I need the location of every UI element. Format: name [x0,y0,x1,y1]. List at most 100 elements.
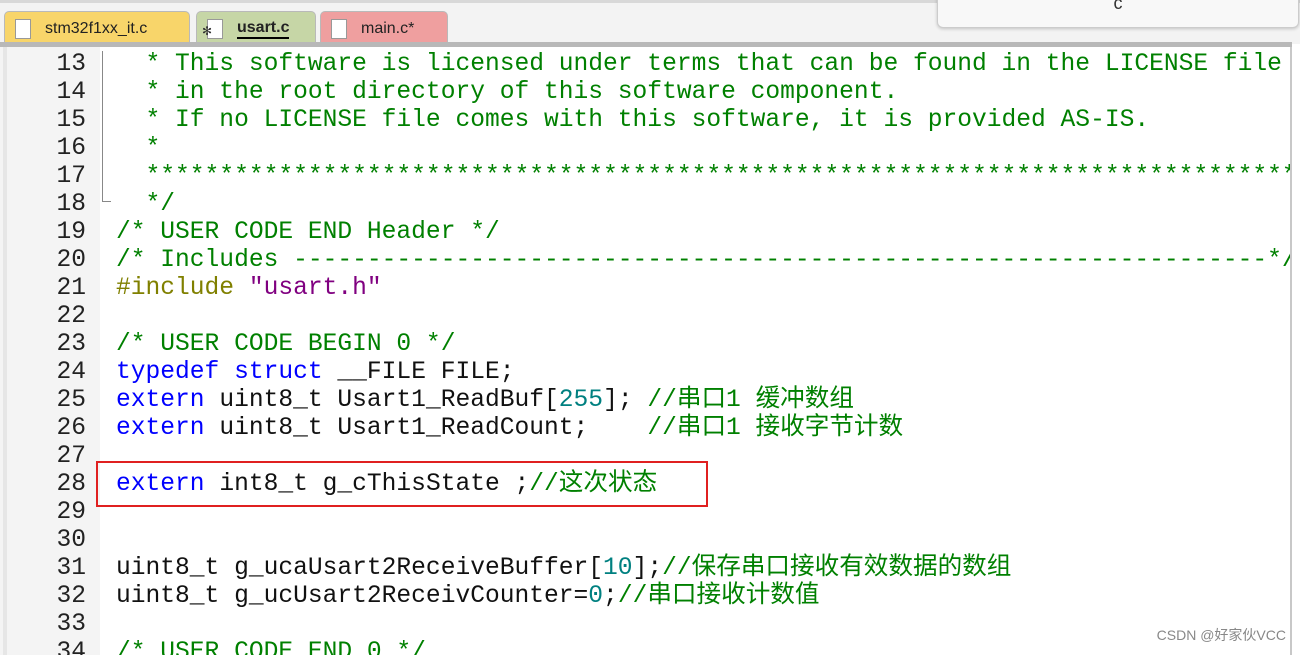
tab-label: usart.c [237,19,290,39]
token-number: 10 [603,555,633,582]
highlight-box [96,461,708,507]
watermark: CSDN @好家伙VCC [1156,627,1286,643]
code-text: * This software is licensed under terms … [116,51,1282,79]
line-number: 26 [56,415,86,442]
code-editor[interactable]: 13 * This software is licensed under ter… [0,47,1292,655]
token-comment: //串口接收计数值 [617,583,820,610]
code-line[interactable]: 21 #include "usart.h" [0,275,1290,303]
code-line[interactable]: 26 extern uint8_t Usart1_ReadCount; //串口1… [0,415,1290,443]
line-number: 13 [56,51,86,78]
tab-label: main.c* [361,19,415,37]
token-comment: //串口1 接收字节计数 [647,415,904,442]
code-line[interactable]: 24 typedef struct __FILE FILE; [0,359,1290,387]
token-keyword: typedef [116,359,220,386]
code-text: #include "usart.h" [116,275,382,303]
tab-main-c[interactable]: main.c* [320,11,448,45]
file-gear-icon [202,18,223,39]
token-comment: * This software is licensed under terms … [116,51,1282,78]
code-line[interactable]: 33 [0,611,1290,639]
line-number: 20 [56,247,86,274]
token-comment: * [116,135,161,162]
file-icon [331,18,347,39]
code-text: * in the root directory of this software… [116,79,899,107]
token-comment: /* USER CODE END 0 */ [116,639,426,655]
line-number: 25 [56,387,86,414]
code-text: uint8_t g_ucUsart2ReceivCounter=0;//串口接收… [116,583,820,611]
line-number: 21 [56,275,86,302]
code-line[interactable]: 23 /* USER CODE BEGIN 0 */ [0,331,1290,359]
token-text: ]; [603,387,648,414]
line-number: 29 [56,499,86,526]
code-text: extern uint8_t Usart1_ReadBuf[255]; //串口… [116,387,854,415]
line-number: 23 [56,331,86,358]
line-number: 28 [56,471,86,498]
tab-usart-c[interactable]: usart.c [196,11,316,45]
token-comment: //保存串口接收有效数据的数组 [662,555,1012,582]
line-number: 17 [56,163,86,190]
code-line[interactable]: 14 * in the root directory of this softw… [0,79,1290,107]
code-text: ****************************************… [116,163,1292,191]
code-line[interactable]: 22 [0,303,1290,331]
token-keyword: extern [116,387,205,414]
line-number: 33 [56,611,86,638]
code-line[interactable]: 30 [0,527,1290,555]
token-number: 0 [588,583,604,610]
code-text: /* USER CODE END 0 */ [116,639,426,655]
code-text: */ [116,191,176,219]
token-keyword: extern [116,415,205,442]
code-line[interactable]: 25 extern uint8_t Usart1_ReadBuf[255]; //… [0,387,1290,415]
code-line[interactable]: 20 /* Includes --------------------------… [0,247,1290,275]
code-line[interactable]: 31 uint8_t g_ucaUsart2ReceiveBuffer[10];/… [0,555,1290,583]
line-number: 19 [56,219,86,246]
line-number: 32 [56,583,86,610]
token-comment: * If no LICENSE file comes with this sof… [116,107,1150,134]
line-number: 31 [56,555,86,582]
token-text: __FILE FILE; [322,359,515,386]
token-comment: * in the root directory of this software… [116,79,899,106]
token-comment: ****************************************… [116,163,1292,190]
code-line[interactable]: 34 /* USER CODE END 0 */ [0,639,1290,655]
code-line[interactable]: 15 * If no LICENSE file comes with this … [0,107,1290,135]
code-line[interactable]: 18 */ [0,191,1290,219]
code-text: uint8_t g_ucaUsart2ReceiveBuffer[10];//保… [116,555,1011,583]
token-text: uint8_t g_ucUsart2ReceivCounter= [116,583,589,610]
token-comment: */ [116,191,176,218]
line-number: 30 [56,527,86,554]
token-text: ]; [632,555,663,582]
popup-text: c [1113,0,1123,13]
token-comment: /* USER CODE BEGIN 0 */ [116,331,456,358]
token-comment: /* Includes ----------------------------… [116,247,1292,274]
tab-stm32f1xx-it-c[interactable]: stm32f1xx_it.c [4,11,190,45]
popup-panel: c [937,0,1299,28]
line-number: 14 [56,79,86,106]
line-number: 16 [56,135,86,162]
code-text: extern uint8_t Usart1_ReadCount; //串口1 接… [116,415,903,443]
line-number: 34 [56,639,86,655]
token-text: ; [603,583,618,610]
code-line[interactable]: 16 * [0,135,1290,163]
line-number: 22 [56,303,86,330]
token-keyword: struct [234,359,323,386]
code-text: * If no LICENSE file comes with this sof… [116,107,1150,135]
code-line[interactable]: 13 * This software is licensed under ter… [0,51,1290,79]
token-text: uint8_t Usart1_ReadBuf[ [204,387,559,414]
code-text: /* Includes ----------------------------… [116,247,1292,275]
tab-label: stm32f1xx_it.c [45,19,148,37]
code-line[interactable]: 19 /* USER CODE END Header */ [0,219,1290,247]
token-preprocessor: #include [116,275,249,302]
code-line[interactable]: 17 *************************************… [0,163,1290,191]
line-number: 24 [56,359,86,386]
line-number: 27 [56,443,86,470]
token-text: uint8_t Usart1_ReadCount; [204,415,648,442]
code-text: /* USER CODE END Header */ [116,219,500,247]
line-number: 15 [56,107,86,134]
token-comment: //串口1 缓冲数组 [647,387,854,414]
token-comment: /* USER CODE END Header */ [116,219,500,246]
token-string: "usart.h" [248,275,382,302]
file-icon [15,18,31,39]
code-line[interactable]: 32 uint8_t g_ucUsart2ReceivCounter=0;//串口… [0,583,1290,611]
token-number: 255 [558,387,604,414]
token-text: uint8_t g_ucaUsart2ReceiveBuffer[ [116,555,604,582]
code-text: * [116,135,161,163]
